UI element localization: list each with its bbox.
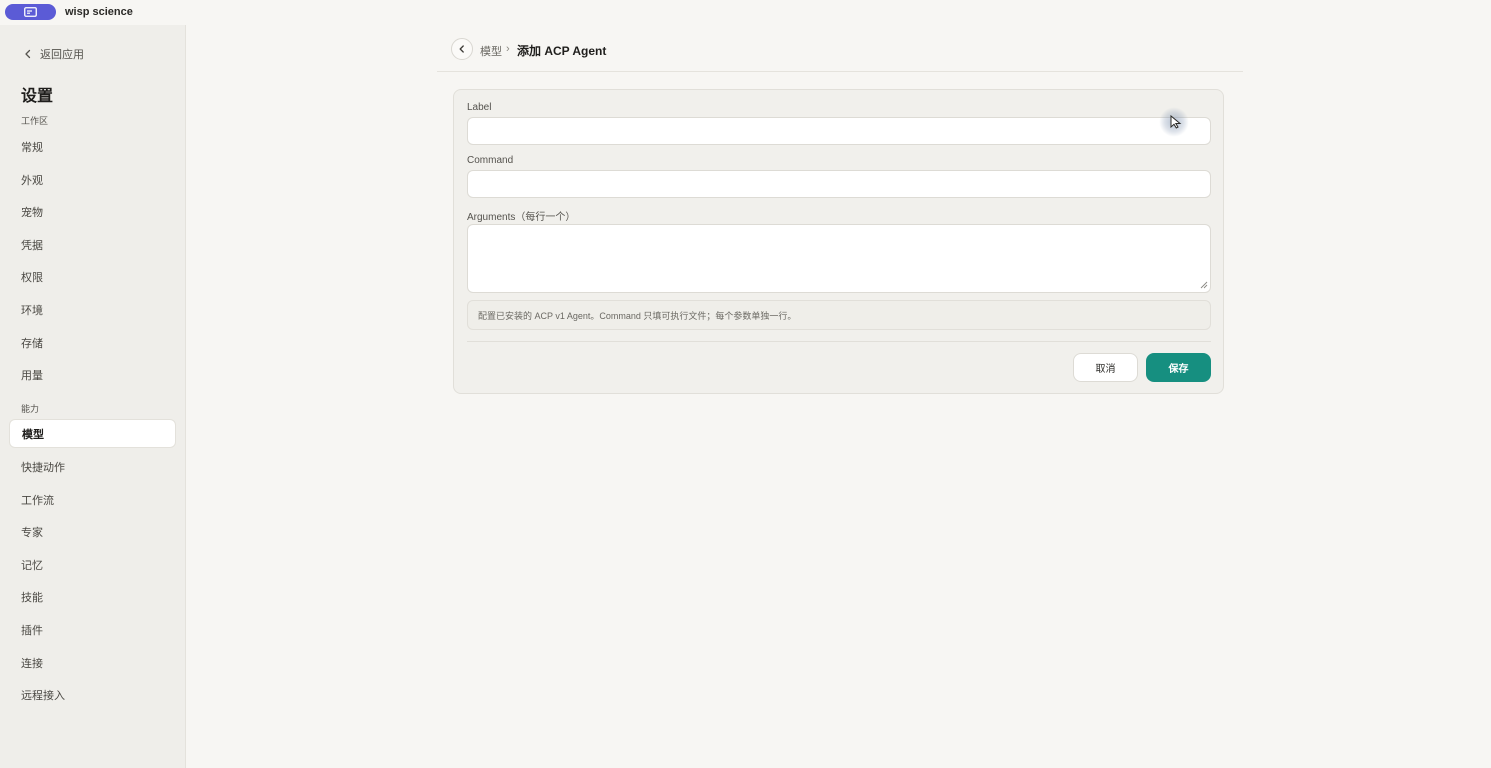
header-divider xyxy=(437,71,1243,72)
app-name: wisp science xyxy=(65,6,133,18)
cancel-button[interactable]: 取消 xyxy=(1073,353,1138,382)
breadcrumb-separator: › xyxy=(506,43,510,55)
sidebar-item-connections[interactable]: 连接 xyxy=(9,648,176,677)
sidebar-item-quick-actions[interactable]: 快捷动作 xyxy=(9,452,176,481)
back-button[interactable] xyxy=(451,38,473,60)
hint-text: 配置已安装的 ACP v1 Agent。Command 只填可执行文件；每个参数… xyxy=(478,310,797,321)
sidebar-item-usage[interactable]: 用量 xyxy=(9,360,176,389)
settings-window: wisp science 返回应用 设置 工作区 常规 外观 宠物 凭据 权限 … xyxy=(0,0,1491,768)
arguments-field-label: Arguments（每行一个） xyxy=(467,212,576,223)
add-agent-form: Label Command Arguments（每行一个） 配置已安装的 ACP… xyxy=(453,89,1224,394)
window-icon xyxy=(24,7,37,17)
sidebar-item-credentials[interactable]: 凭据 xyxy=(9,230,176,259)
page-title: 添加 ACP Agent xyxy=(517,44,607,58)
sidebar-item-memory[interactable]: 记忆 xyxy=(9,550,176,579)
section-label-workspace: 工作区 xyxy=(21,116,49,126)
sidebar-item-plugins[interactable]: 插件 xyxy=(9,615,176,644)
settings-title: 设置 xyxy=(21,88,54,105)
sidebar-item-appearance[interactable]: 外观 xyxy=(9,165,176,194)
sidebar-item-general[interactable]: 常规 xyxy=(9,132,176,161)
cursor-arrow-icon xyxy=(1170,115,1182,129)
sidebar-item-skills[interactable]: 技能 xyxy=(9,582,176,611)
sidebar-item-pet[interactable]: 宠物 xyxy=(9,197,176,226)
settings-sidebar: 返回应用 设置 工作区 常规 外观 宠物 凭据 权限 环境 存储 用量 能力 模… xyxy=(0,25,186,768)
sidebar-item-storage[interactable]: 存储 xyxy=(9,328,176,357)
breadcrumb-parent-link[interactable]: 模型 xyxy=(480,43,502,59)
sidebar-item-permissions[interactable]: 权限 xyxy=(9,262,176,291)
sidebar-item-remote-access[interactable]: 远程接入 xyxy=(9,680,176,709)
app-switcher-button[interactable] xyxy=(5,4,56,20)
back-to-app-label: 返回应用 xyxy=(40,49,84,61)
chevron-left-icon xyxy=(459,45,464,53)
form-divider xyxy=(467,341,1211,342)
command-field-label: Command xyxy=(467,155,514,166)
save-button[interactable]: 保存 xyxy=(1146,353,1211,382)
back-to-app-link[interactable]: 返回应用 xyxy=(22,46,84,62)
title-bar: wisp science xyxy=(0,0,1491,25)
sidebar-item-environment[interactable]: 环境 xyxy=(9,295,176,324)
resize-handle-icon[interactable] xyxy=(1200,281,1208,289)
sidebar-item-workflows[interactable]: 工作流 xyxy=(9,485,176,514)
command-input[interactable] xyxy=(467,170,1211,198)
label-input[interactable] xyxy=(467,117,1211,145)
sidebar-item-experts[interactable]: 专家 xyxy=(9,517,176,546)
section-label-capabilities: 能力 xyxy=(21,404,40,414)
label-field-label: Label xyxy=(467,102,492,113)
hint-box: 配置已安装的 ACP v1 Agent。Command 只填可执行文件；每个参数… xyxy=(467,300,1211,330)
sidebar-item-models[interactable]: 模型 xyxy=(9,419,176,448)
chevron-left-icon xyxy=(25,49,31,59)
arguments-textarea[interactable] xyxy=(467,224,1211,293)
